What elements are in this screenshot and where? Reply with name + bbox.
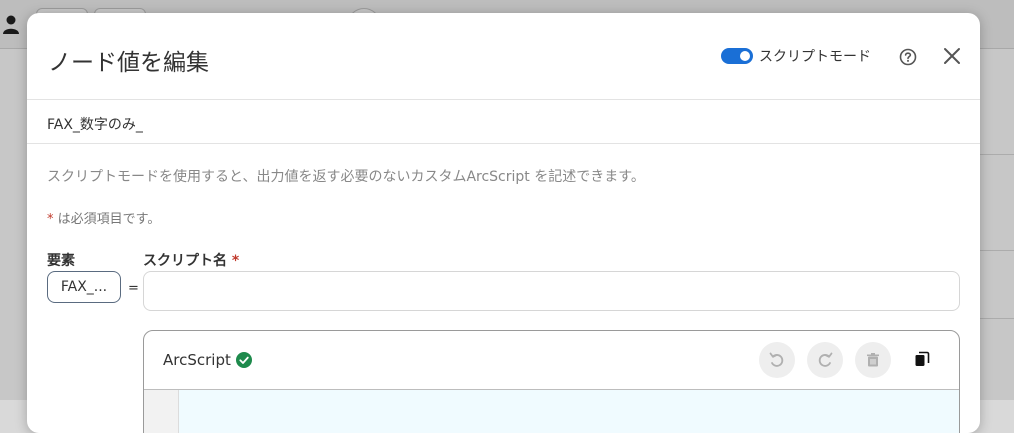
dialog-header: ノード値を編集 スクリプトモード xyxy=(27,13,980,100)
help-icon[interactable] xyxy=(899,48,917,66)
element-label: 要素 xyxy=(47,253,75,269)
dialog-title: ノード値を編集 xyxy=(48,50,209,76)
script-name-input[interactable] xyxy=(143,271,960,311)
required-asterisk: * xyxy=(231,253,240,269)
editor-code-area[interactable] xyxy=(179,390,959,433)
node-name: FAX_数字のみ_ xyxy=(47,117,143,133)
redo-icon xyxy=(818,352,833,367)
toggle-knob xyxy=(740,51,750,61)
node-name-bar: FAX_数字のみ_ xyxy=(27,100,980,144)
undo-icon xyxy=(769,352,784,367)
element-chip[interactable]: FAX_... xyxy=(47,271,121,303)
copy-icon[interactable] xyxy=(914,351,930,367)
equals-sign: = xyxy=(128,281,139,296)
clear-button[interactable] xyxy=(855,342,891,378)
check-circle-icon xyxy=(235,352,252,368)
redo-button[interactable] xyxy=(807,342,843,378)
editor-toolbar: ArcScript xyxy=(144,331,959,390)
undo-button[interactable] xyxy=(759,342,795,378)
script-mode-description: スクリプトモードを使用すると、出力値を返す必要のないカスタムArcScript … xyxy=(47,169,645,185)
editor-language: ArcScript xyxy=(163,351,252,369)
script-mode-label: スクリプトモード xyxy=(759,49,871,65)
script-mode-toggle-group[interactable]: スクリプトモード xyxy=(721,46,871,66)
editor-line-gutter xyxy=(144,390,179,433)
required-note: * は必須項目です。 xyxy=(47,208,160,227)
required-note-text: は必須項目です。 xyxy=(53,212,161,227)
edit-node-value-dialog: ノード値を編集 スクリプトモード FAX_数字のみ_ スクリプトモードを使用する… xyxy=(27,13,980,433)
trash-icon xyxy=(867,353,879,367)
editor-language-label: ArcScript xyxy=(163,351,231,369)
arcscript-editor: ArcScript xyxy=(143,330,960,433)
close-icon[interactable] xyxy=(942,46,962,66)
script-name-label-text: スクリプト名 xyxy=(143,253,227,269)
script-name-label: スクリプト名 * xyxy=(143,250,239,270)
script-mode-toggle[interactable] xyxy=(721,48,753,64)
